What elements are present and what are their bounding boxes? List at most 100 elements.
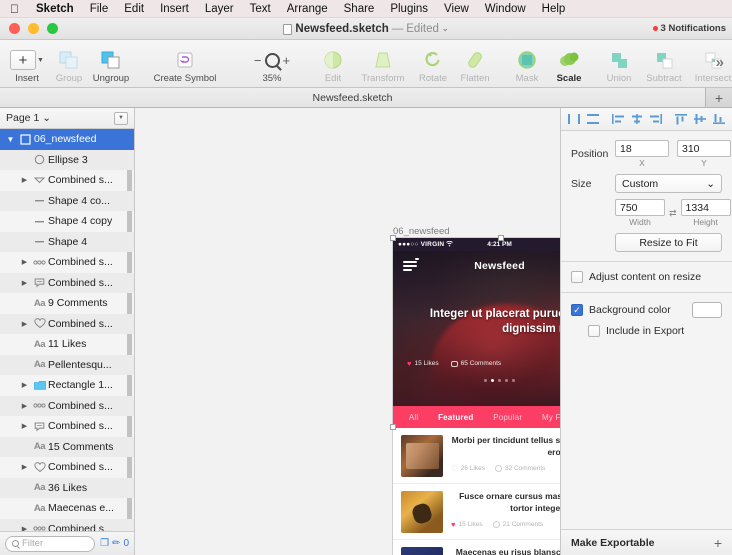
toolbar-overflow-button[interactable]: » (716, 54, 724, 71)
disclosure-triangle-icon[interactable]: ▶ (18, 176, 31, 184)
layer-row-shape-4[interactable]: Shape 4 (0, 231, 134, 252)
position-y-input[interactable]: 310 (677, 140, 731, 157)
disclosure-triangle-icon[interactable]: ▶ (18, 525, 31, 531)
feed-item[interactable]: Fusce ornare cursus masspretium tortor i… (393, 484, 560, 540)
hero-comments[interactable]: 65 Comments (450, 360, 501, 367)
feed-item-comments[interactable]: 32 Comments (494, 465, 545, 472)
resize-to-fit-button[interactable]: Resize to Fit (615, 233, 722, 252)
layer-row-combined-s[interactable]: ▶ Combined s... (0, 395, 134, 416)
feed-item[interactable]: Maecenas eu risus blanscelerisque massa … (393, 540, 560, 555)
distribute-vertically-icon[interactable] (585, 111, 602, 127)
align-middle-vertical-icon[interactable] (692, 111, 709, 127)
carousel-dot[interactable] (484, 379, 487, 382)
link-proportions-icon[interactable]: ⇄ (669, 208, 677, 219)
include-in-export-checkbox[interactable] (588, 325, 600, 337)
document-name[interactable]: Newsfeed.sketch (295, 23, 388, 35)
background-color-checkbox[interactable]: ✓ (571, 304, 583, 316)
new-tab-button[interactable]: + (706, 88, 732, 107)
adjust-content-checkbox[interactable] (571, 271, 583, 283)
category-tab-my-favorites[interactable]: My Favorites (542, 413, 560, 422)
menu-view[interactable]: View (436, 0, 477, 18)
layer-row-shape-4-copy[interactable]: Shape 4 copy (0, 211, 134, 232)
disclosure-triangle-icon[interactable]: ▶ (18, 381, 31, 389)
zoom-in-button[interactable]: + (283, 53, 291, 68)
menu-sketch[interactable]: Sketch (28, 0, 82, 18)
duplicate-layers-icon[interactable]: ❐ (100, 538, 109, 549)
menu-share[interactable]: Share (336, 0, 383, 18)
menu-insert[interactable]: Insert (152, 0, 197, 18)
menu-edit[interactable]: Edit (116, 0, 152, 18)
pencil-icon[interactable]: ✏ (112, 538, 120, 549)
flatten-tool[interactable]: Flatten (454, 43, 496, 84)
scale-tool[interactable]: Scale (548, 43, 590, 84)
mask-tool[interactable]: Mask (506, 43, 548, 84)
group-tool[interactable]: Group (48, 43, 90, 84)
align-bottom-icon[interactable] (711, 111, 728, 127)
create-symbol-tool[interactable]: Create Symbol (142, 43, 228, 84)
hero-banner[interactable]: Newsfeed Integer ut placerat purued non … (393, 251, 560, 406)
category-tab-popular[interactable]: Popular (493, 413, 522, 422)
notifications-badge[interactable]: 3 Notifications (652, 23, 726, 34)
magnifier-icon[interactable] (264, 52, 280, 68)
position-x-input[interactable]: 18 (615, 140, 669, 157)
layer-row-11-likes[interactable]: Aa 11 Likes (0, 334, 134, 355)
menu-arrange[interactable]: Arrange (279, 0, 336, 18)
align-top-icon[interactable] (673, 111, 690, 127)
carousel-dot-active[interactable] (491, 379, 494, 382)
menu-help[interactable]: Help (534, 0, 574, 18)
align-right-icon[interactable] (648, 111, 665, 127)
width-input[interactable]: 750 (615, 199, 665, 216)
zoom-out-button[interactable]: − (254, 53, 262, 68)
layer-row-combined-s[interactable]: ▶ Combined s... (0, 272, 134, 293)
layer-row-06-newsfeed[interactable]: ▼ 06_newsfeed (0, 129, 134, 150)
layer-row-9-comments[interactable]: Aa 9 Comments (0, 293, 134, 314)
category-tab-all[interactable]: All (409, 413, 419, 422)
carousel-dot[interactable] (512, 379, 515, 382)
layer-row-combined-s[interactable]: ▶ Combined s... (0, 252, 134, 273)
layer-row-36-likes[interactable]: Aa 36 Likes (0, 477, 134, 498)
layer-row-ellipse-3[interactable]: Ellipse 3 (0, 149, 134, 170)
page-selector[interactable]: Page 1 ⌄ (6, 112, 51, 124)
page-options-button[interactable]: ▼ (114, 111, 128, 125)
document-tab[interactable]: Newsfeed.sketch (0, 88, 706, 107)
disclosure-triangle-icon[interactable]: ▶ (18, 422, 31, 430)
feed-item-likes[interactable]: ♡ 26 Likes (451, 464, 485, 473)
zoom-tool[interactable]: − + 35% (242, 43, 302, 84)
intersect-tool[interactable]: Intersect (688, 43, 732, 84)
align-center-horizontal-icon[interactable] (629, 111, 646, 127)
disclosure-triangle-icon[interactable]: ▶ (18, 279, 31, 287)
carousel-dot[interactable] (498, 379, 501, 382)
align-left-icon[interactable] (610, 111, 627, 127)
disclosure-triangle-icon[interactable]: ▶ (18, 402, 31, 410)
artboard-label[interactable]: 06_newsfeed (393, 226, 450, 237)
size-preset-select[interactable]: Custom ⌄ (615, 174, 722, 193)
ungroup-tool[interactable]: Ungroup (90, 43, 132, 84)
adjust-content-row[interactable]: Adjust content on resize (571, 271, 722, 283)
feed-item[interactable]: Morbi per tincidunt tellus sit of amet e… (393, 428, 560, 484)
canvas-area[interactable]: 06_newsfeed ●●●○○ VIRGIN 4:21 PM ✶ 22% (135, 108, 560, 555)
menu-layer[interactable]: Layer (197, 0, 242, 18)
filter-input[interactable]: Filter (5, 535, 96, 552)
layer-row-rectangle-1[interactable]: ▶ Rectangle 1... (0, 375, 134, 396)
add-export-button[interactable]: + (714, 535, 722, 551)
layer-row-combined-s[interactable]: ▶ Combined s... (0, 457, 134, 478)
layer-row-combined-s[interactable]: ▶ Combined s... (0, 170, 134, 191)
disclosure-triangle-icon[interactable]: ▶ (18, 320, 31, 328)
union-tool[interactable]: Union (598, 43, 640, 84)
feed-item-likes[interactable]: ♥ 15 Likes (451, 520, 483, 529)
hero-likes[interactable]: ♥ 15 Likes (407, 359, 439, 368)
background-color-swatch[interactable] (692, 302, 722, 318)
layer-row-15-comments[interactable]: Aa 15 Comments (0, 436, 134, 457)
layers-list[interactable]: ▼ 06_newsfeed Ellipse 3 ▶ Combined s... Shape… (0, 129, 134, 531)
layer-row-combined-s[interactable]: ▶ Combined s... (0, 313, 134, 334)
feed-item-comments[interactable]: 21 Comments (492, 521, 543, 528)
layer-row-combined-s[interactable]: ▶ Combined s... (0, 416, 134, 437)
menu-window[interactable]: Window (477, 0, 534, 18)
height-input[interactable]: 1334 (680, 199, 731, 216)
carousel-dot[interactable] (505, 379, 508, 382)
include-in-export-row[interactable]: Include in Export (571, 325, 722, 337)
apple-logo-icon[interactable]:  (8, 3, 28, 15)
transform-tool[interactable]: Transform (354, 43, 412, 84)
disclosure-triangle-icon[interactable]: ▶ (18, 463, 31, 471)
category-tab-featured[interactable]: Featured (438, 413, 473, 422)
